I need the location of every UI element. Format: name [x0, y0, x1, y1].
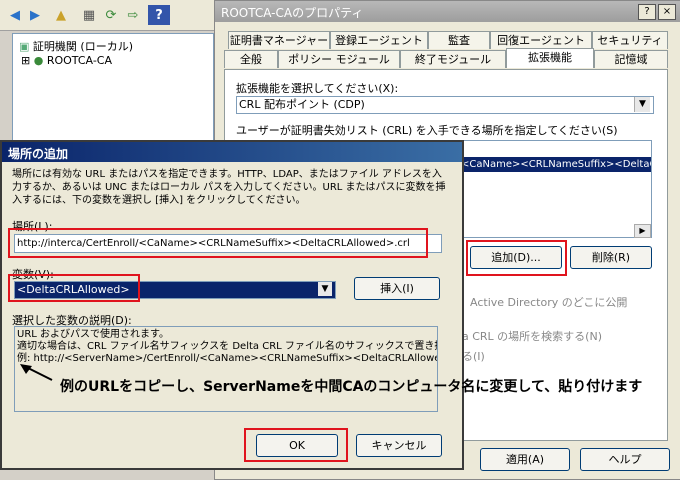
expand-icon[interactable]: ⊞ [21, 54, 30, 67]
console-tree-icon[interactable]: ▦ [78, 5, 100, 25]
annotation-text: 例のURLをコピーし、ServerNameを中間CAのコンピュータ名に変更して、… [60, 379, 643, 395]
location-highlight [8, 228, 428, 258]
properties-titlebar: ROOTCA-CAのプロパティ ? × [215, 1, 680, 22]
ext-select-label: 拡張機能を選択してください(X): [236, 82, 399, 95]
tab-recovery-agent[interactable]: 回復エージェント [490, 31, 592, 49]
properties-title: ROOTCA-CAのプロパティ [221, 6, 364, 20]
tab-security[interactable]: セキュリティ [592, 31, 668, 49]
tree-child-label: ROOTCA-CA [46, 54, 113, 67]
tab-exit-module[interactable]: 終了モジュール [400, 50, 506, 68]
back-arrow-icon[interactable]: ◀ [4, 5, 26, 25]
insert-button[interactable]: 挿入(I) [354, 277, 440, 300]
arrow-pointer-icon [20, 364, 53, 381]
tab-storage[interactable]: 記憶域 [594, 50, 668, 68]
add-button-highlight [466, 240, 567, 276]
cancel-button[interactable]: キャンセル [356, 434, 442, 457]
forward-arrow-icon[interactable]: ▶ [24, 5, 46, 25]
chevron-down-icon[interactable]: ▼ [634, 97, 650, 112]
ok-button-highlight [244, 428, 348, 462]
dialog-description: 場所には有効な URL またはパスを指定できます。HTTP、LDAP、またはファ… [12, 169, 446, 206]
refresh-icon[interactable]: ⟳ [100, 5, 122, 25]
help-button[interactable]: ヘルプ [580, 448, 670, 471]
dialog-title: 場所の追加 [8, 147, 69, 161]
tab-extensions[interactable]: 拡張機能 [506, 48, 594, 68]
export-icon[interactable]: ⇨ [122, 5, 144, 25]
up-folder-icon[interactable]: ▲ [50, 5, 72, 25]
extension-select[interactable]: CRL 配布ポイント (CDP) [236, 96, 654, 114]
variable-chevron-down-icon[interactable]: ▼ [318, 282, 332, 296]
variable-highlight [8, 274, 140, 302]
ca-server-icon: ● [33, 54, 44, 67]
scroll-right-icon[interactable]: ▶ [634, 224, 651, 238]
extension-select-value: CRL 配布ポイント (CDP) [239, 98, 365, 111]
remove-button[interactable]: 削除(R) [570, 246, 652, 269]
apply-button[interactable]: 適用(A) [480, 448, 570, 471]
tab-general[interactable]: 全般 [224, 50, 278, 68]
list-item[interactable]: <CaName><CRLNameSuffix><DeltaC [461, 157, 651, 172]
ca-root-icon: ▣ [19, 40, 30, 53]
tab-enroll-agent[interactable]: 登録エージェント [330, 31, 428, 49]
toolbar: ◀ ▶ ▲ ▦ ⟳ ⇨ ? [0, 0, 215, 31]
tab-cert-manager[interactable]: 証明書マネージャー [228, 31, 330, 49]
dialog-titlebar: 場所の追加 [2, 142, 462, 162]
tab-policy-module[interactable]: ポリシー モジュール [278, 50, 400, 68]
variable-description-box: URL およびパスで使用されます。 適切な場合は、CRL ファイル名サフィックス… [14, 326, 438, 412]
ad-publish-text: Active Directory のどこに公開 [470, 296, 628, 309]
location-list[interactable]: <CaName><CRLNameSuffix><DeltaC [460, 140, 652, 238]
desc-line-2: 適切な場合は、CRL ファイル名サフィックスを Delta CRL ファイル名の… [17, 341, 438, 352]
user-desc-text: ユーザーが証明書失効リスト (CRL) を入手できる場所を指定してください(S) [236, 124, 618, 137]
help-icon[interactable]: ? [148, 5, 170, 25]
tree-child[interactable]: ⊞ ● ROOTCA-CA [21, 54, 112, 67]
tree-root-label: 証明機関 (ローカル) [32, 40, 133, 53]
tab-audit[interactable]: 監査 [428, 31, 490, 49]
desc-line-3: 例: http://<ServerName>/CertEnroll/<CaNam… [17, 353, 438, 364]
tree-root[interactable]: ▣ 証明機関 (ローカル) [19, 38, 133, 54]
crl-option-text: る(I) [462, 350, 485, 363]
help-title-button[interactable]: ? [638, 4, 656, 20]
close-title-button[interactable]: × [658, 4, 676, 20]
desc-line-1: URL およびパスで使用されます。 [17, 329, 170, 340]
crl-search-text: a CRL の場所を検索する(N) [462, 330, 602, 343]
